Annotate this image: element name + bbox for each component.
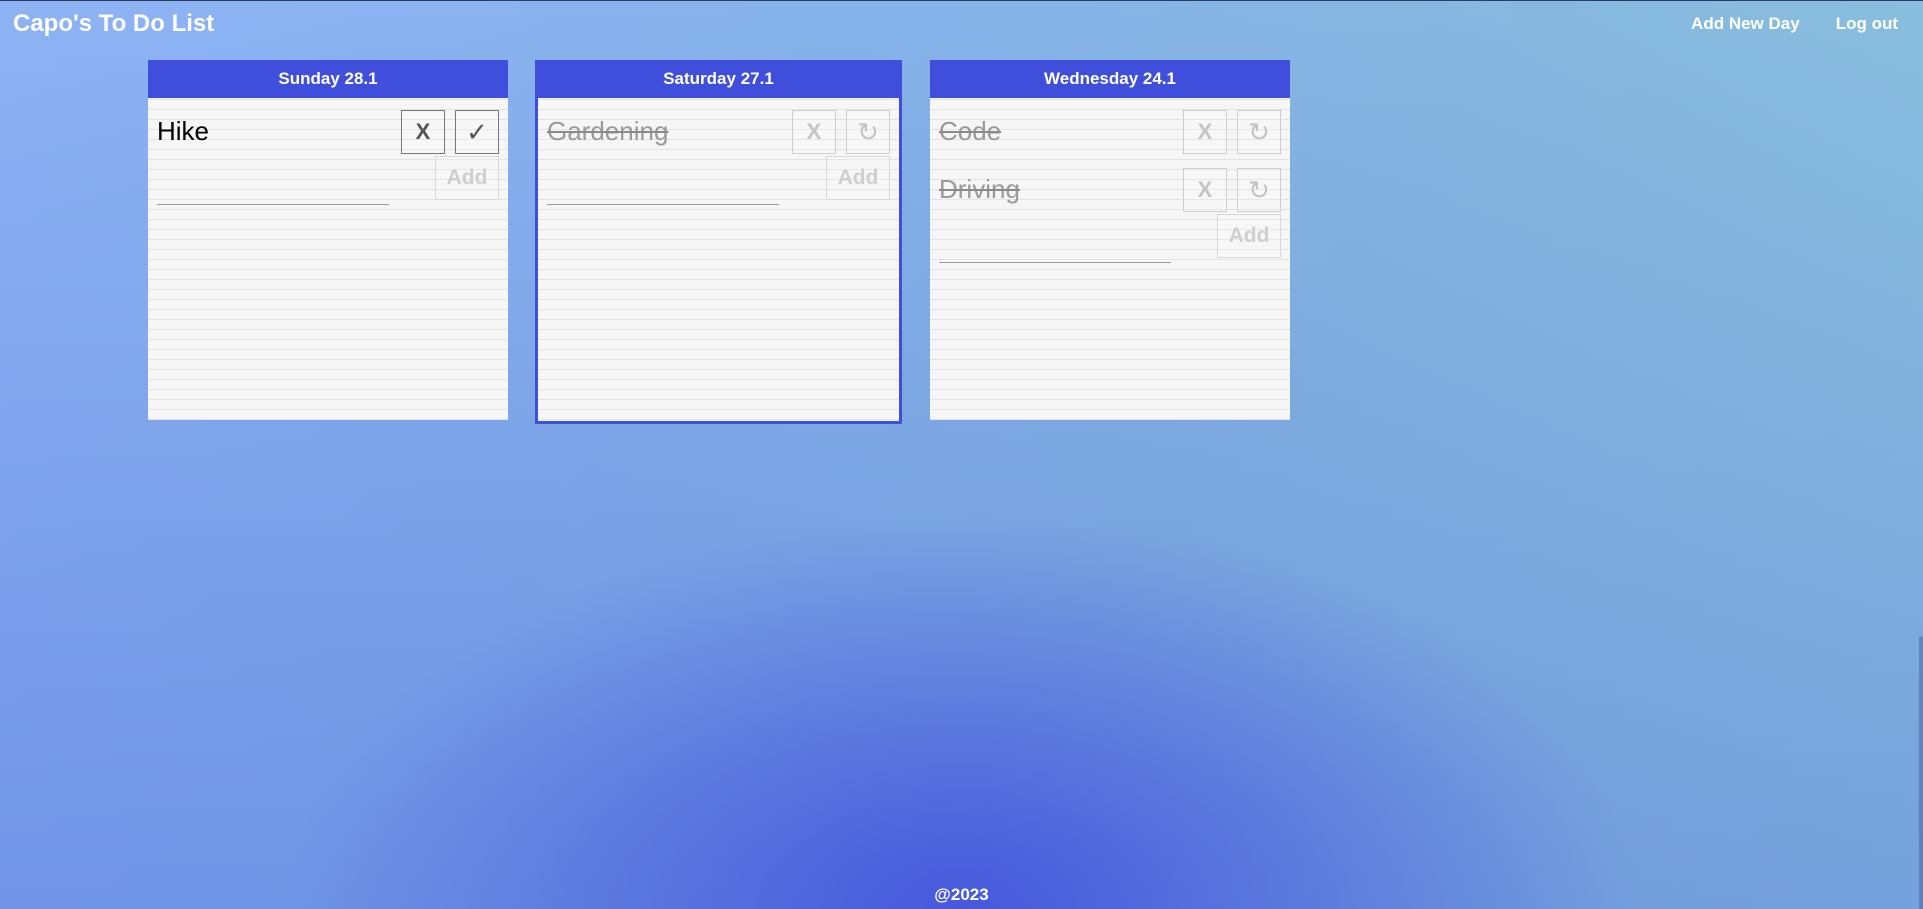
day-header: Wednesday 24.1: [930, 60, 1290, 98]
new-task-input[interactable]: [157, 182, 389, 205]
add-task-button[interactable]: Add: [1217, 214, 1281, 258]
delete-task-button[interactable]: X: [1183, 110, 1227, 154]
task-row: Driving X ↻: [930, 156, 1290, 214]
task-text: Hike: [157, 116, 210, 146]
add-task-row: Add: [148, 156, 508, 216]
task-text-completed: Code: [939, 116, 1002, 146]
new-task-input[interactable]: [547, 182, 779, 205]
checkmark-icon: ✓: [466, 116, 488, 147]
undo-task-button[interactable]: ↻: [846, 110, 890, 154]
app-title: Capo's To Do List: [13, 10, 215, 37]
undo-task-button[interactable]: ↻: [1237, 168, 1281, 212]
task-text-completed: Driving: [939, 174, 1020, 204]
task-row: Code X ↻: [930, 98, 1290, 156]
top-bar: Capo's To Do List Add New Day Log out: [0, 0, 1923, 47]
delete-x-icon: X: [1197, 119, 1213, 144]
task-row: Gardening X ↻: [538, 98, 899, 156]
redo-arrow-icon: ↻: [1248, 116, 1270, 147]
log-out-link[interactable]: Log out: [1836, 14, 1898, 34]
delete-x-icon: X: [1197, 177, 1213, 202]
delete-x-icon: X: [415, 119, 431, 144]
footer-copyright: @2023: [934, 885, 989, 904]
add-task-row: Add: [930, 214, 1290, 274]
undo-task-button[interactable]: ↻: [1237, 110, 1281, 154]
day-card: Wednesday 24.1 Code X ↻ Driving X ↻ Add: [930, 60, 1290, 420]
task-text-completed: Gardening: [547, 116, 669, 146]
day-card: Sunday 28.1 Hike X ✓ Add: [148, 60, 508, 420]
add-task-button[interactable]: Add: [826, 156, 890, 200]
window-edge: [1919, 0, 1923, 909]
delete-task-button[interactable]: X: [792, 110, 836, 154]
add-task-button[interactable]: Add: [435, 156, 499, 200]
day-card-selected: Saturday 27.1 Gardening X ↻ Add: [535, 60, 902, 424]
add-new-day-link[interactable]: Add New Day: [1691, 14, 1800, 34]
delete-task-button[interactable]: X: [1183, 168, 1227, 212]
add-task-row: Add: [538, 156, 899, 216]
complete-task-button[interactable]: ✓: [455, 110, 499, 154]
redo-arrow-icon: ↻: [857, 116, 879, 147]
day-header: Sunday 28.1: [148, 60, 508, 98]
delete-task-button[interactable]: X: [401, 110, 445, 154]
top-nav: Add New Day Log out: [1691, 14, 1898, 34]
task-row: Hike X ✓: [148, 98, 508, 156]
day-header: Saturday 27.1: [535, 60, 902, 98]
new-task-input[interactable]: [939, 240, 1171, 263]
delete-x-icon: X: [806, 119, 822, 144]
redo-arrow-icon: ↻: [1248, 174, 1270, 205]
